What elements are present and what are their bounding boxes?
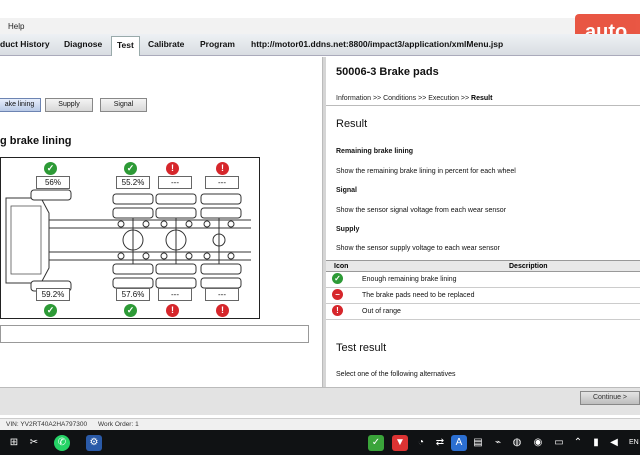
- work-order-label: Work Order: 1: [98, 421, 139, 428]
- status-error-icon: !: [216, 304, 229, 317]
- tab-diagnose[interactable]: Diagnose: [64, 39, 102, 49]
- language-indicator[interactable]: EN: [629, 439, 639, 446]
- info-text-field[interactable]: [0, 325, 309, 343]
- legend-text: Out of range: [362, 308, 401, 315]
- subtab-supply[interactable]: Supply: [45, 98, 93, 112]
- legend-text: The brake pads need to be replaced: [362, 292, 475, 299]
- chevron-up-icon[interactable]: ⌃: [570, 435, 586, 451]
- tray-teamviewer-icon[interactable]: ⇄: [432, 435, 448, 451]
- tray-shield-icon[interactable]: ✓: [368, 435, 384, 451]
- axle-diagram: 56% 55.2% --- --- 59.2% 57.6% --- ---: [0, 157, 260, 319]
- volume-icon[interactable]: ◀: [606, 435, 622, 451]
- subtab-signal[interactable]: Signal: [100, 98, 147, 112]
- legend-table: Icon Description ✓ Enough remaining brak…: [326, 260, 640, 320]
- procedure-title: 50006-3 Brake pads: [336, 66, 439, 78]
- wheel-value-rear1-right: 57.6%: [116, 288, 150, 301]
- item-heading: Supply: [336, 226, 360, 233]
- tray-globe-icon[interactable]: ◍: [509, 435, 525, 451]
- check-icon: ✓: [332, 273, 343, 284]
- status-error-icon: !: [166, 162, 179, 175]
- item-heading: Signal: [336, 187, 358, 194]
- tray-file-icon[interactable]: ▤: [470, 435, 486, 451]
- wheel-value-rear1-left: 55.2%: [116, 176, 150, 189]
- tab-test[interactable]: Test: [111, 36, 140, 56]
- tab-product-history[interactable]: duct History: [0, 39, 50, 49]
- warning-icon: !: [332, 305, 343, 316]
- legend-header: Icon Description: [326, 260, 640, 272]
- select-alternatives-text: Select one of the following alternatives: [336, 371, 456, 378]
- wheel-value-front-left: 56%: [36, 176, 70, 189]
- menu-bar: Help: [0, 18, 640, 34]
- section-title: g brake lining: [0, 135, 72, 147]
- stop-icon: −: [332, 289, 343, 300]
- tray-usb-icon[interactable]: ⌁: [490, 435, 506, 451]
- legend-row: ✓ Enough remaining brake lining: [326, 272, 640, 288]
- item-text: Show the sensor signal voltage from each…: [336, 207, 507, 214]
- battery-icon[interactable]: ▮: [588, 435, 604, 451]
- test-result-heading: Test result: [336, 342, 387, 354]
- tray-font-icon[interactable]: A: [451, 435, 467, 451]
- taskbar: ⊞ ✂ ✆ ⚙ ✓ ▼ ◔ ⇄ A ▤ ⌁ ◍ ◉ ▭ ⌃ ▮ ◀ EN: [0, 430, 640, 455]
- tray-display-icon[interactable]: ▭: [551, 435, 567, 451]
- item-text: Show the remaining brake lining in perce…: [336, 168, 516, 175]
- subtab-brake-lining[interactable]: ake lining: [0, 98, 41, 112]
- status-ok-icon: ✓: [44, 304, 57, 317]
- whatsapp-icon[interactable]: ✆: [54, 435, 70, 451]
- status-bar: VIN: YV2RT40A2HA797300 Work Order: 1: [0, 418, 640, 430]
- continue-button[interactable]: Continue >: [580, 391, 640, 405]
- left-panel: ake lining Supply Signal g brake lining: [0, 57, 322, 387]
- status-ok-icon: ✓: [124, 162, 137, 175]
- legend-col-icon: Icon: [334, 263, 349, 270]
- status-ok-icon: ✓: [124, 304, 137, 317]
- legend-col-description: Description: [509, 263, 548, 270]
- app-icon[interactable]: ⚙: [86, 435, 102, 451]
- wheel-value-rear3-right: ---: [205, 288, 239, 301]
- breadcrumb: Information >> Conditions >> Execution >…: [336, 95, 492, 102]
- tray-antivirus-icon[interactable]: ▼: [392, 435, 408, 451]
- wheel-value-rear2-right: ---: [158, 288, 192, 301]
- tab-calibrate[interactable]: Calibrate: [148, 39, 184, 49]
- legend-row: ! Out of range: [326, 304, 640, 320]
- tab-program[interactable]: Program: [200, 39, 235, 49]
- result-heading: Result: [336, 118, 368, 130]
- start-icon[interactable]: ⊞: [6, 435, 22, 451]
- action-bar: [0, 387, 640, 415]
- tab-bar: duct History Diagnose Test Calibrate Pro…: [0, 34, 640, 56]
- divider-line: [326, 105, 640, 106]
- wheel-value-rear2-left: ---: [158, 176, 192, 189]
- menu-help[interactable]: Help: [8, 22, 24, 31]
- status-error-icon: !: [166, 304, 179, 317]
- tool-icon[interactable]: ✂: [26, 435, 42, 451]
- item-heading: Remaining brake lining: [336, 148, 414, 155]
- wheel-value-rear3-left: ---: [205, 176, 239, 189]
- screen: Help auto duct History Diagnose Test Cal…: [0, 0, 640, 455]
- item-text: Show the sensor supply voltage to each w…: [336, 245, 500, 252]
- wheel-value-front-right: 59.2%: [36, 288, 70, 301]
- breadcrumb-current: Result: [471, 95, 493, 102]
- tray-chat-icon[interactable]: ◉: [530, 435, 546, 451]
- breadcrumb-path[interactable]: Information >> Conditions >> Execution >…: [336, 95, 471, 102]
- legend-row: − The brake pads need to be replaced: [326, 288, 640, 304]
- status-ok-icon: ✓: [44, 162, 57, 175]
- tray-network-icon[interactable]: ◔: [413, 435, 429, 451]
- right-panel: 50006-3 Brake pads Information >> Condit…: [326, 57, 640, 387]
- legend-text: Enough remaining brake lining: [362, 276, 457, 283]
- status-error-icon: !: [216, 162, 229, 175]
- vin-label: VIN: YV2RT40A2HA797300: [6, 421, 88, 428]
- url-label: http://motor01.ddns.net:8800/impact3/app…: [251, 39, 504, 49]
